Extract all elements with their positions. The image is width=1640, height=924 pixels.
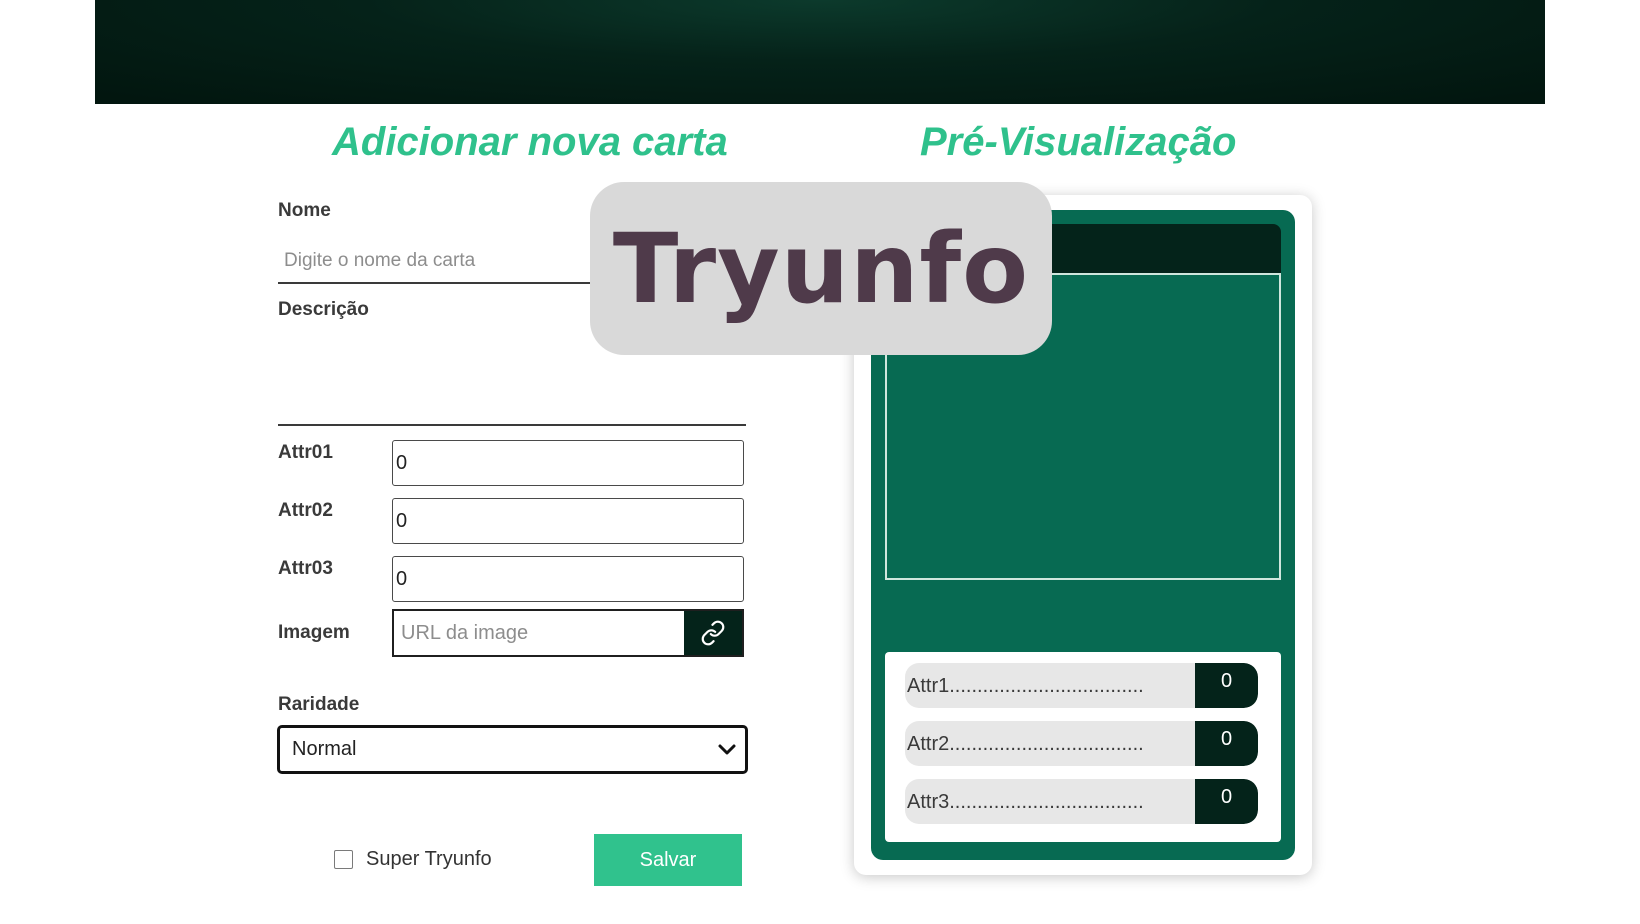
tryunfo-logo: Tryunfo (590, 182, 1052, 355)
card-attr-label: Attr2................................... (907, 733, 1144, 755)
card-attr-row: Attr3...................................… (905, 779, 1258, 824)
super-tryunfo-checkbox[interactable] (334, 850, 353, 869)
header-banner (95, 0, 1545, 104)
card-attr-row: Attr2...................................… (905, 721, 1258, 766)
card-attr-label: Attr3................................... (907, 791, 1144, 813)
form-title: Adicionar nova carta (332, 120, 728, 164)
name-input[interactable] (278, 240, 598, 284)
rarity-select[interactable]: Normal (277, 725, 748, 774)
link-icon (701, 620, 725, 646)
name-label: Nome (278, 200, 331, 221)
attr01-label: Attr01 (278, 442, 333, 463)
logo-text: Tryunfo (612, 212, 1030, 325)
rarity-label: Raridade (278, 694, 360, 715)
image-label: Imagem (278, 622, 350, 643)
super-tryunfo-row: Super Tryunfo (334, 848, 492, 871)
attr03-input[interactable] (392, 556, 744, 602)
super-tryunfo-label[interactable]: Super Tryunfo (366, 848, 492, 871)
card-attr-value: 0 (1195, 721, 1258, 766)
preview-title: Pré-Visualização (920, 120, 1237, 164)
save-button[interactable]: Salvar (594, 834, 742, 886)
image-url-field (392, 609, 744, 657)
attr02-label: Attr02 (278, 500, 333, 521)
card-attr-value: 0 (1195, 663, 1258, 708)
card-attr-label: Attr1................................... (907, 675, 1144, 697)
image-url-input[interactable] (394, 611, 684, 655)
description-label: Descrição (278, 299, 369, 320)
card-attr-row: Attr1...................................… (905, 663, 1258, 708)
rarity-selected-value: Normal (292, 738, 357, 760)
link-button[interactable] (684, 611, 742, 655)
chevron-down-icon (709, 743, 745, 757)
attr02-input[interactable] (392, 498, 744, 544)
card-attr-value: 0 (1195, 779, 1258, 824)
attr01-input[interactable] (392, 440, 744, 486)
attr03-label: Attr03 (278, 558, 333, 579)
